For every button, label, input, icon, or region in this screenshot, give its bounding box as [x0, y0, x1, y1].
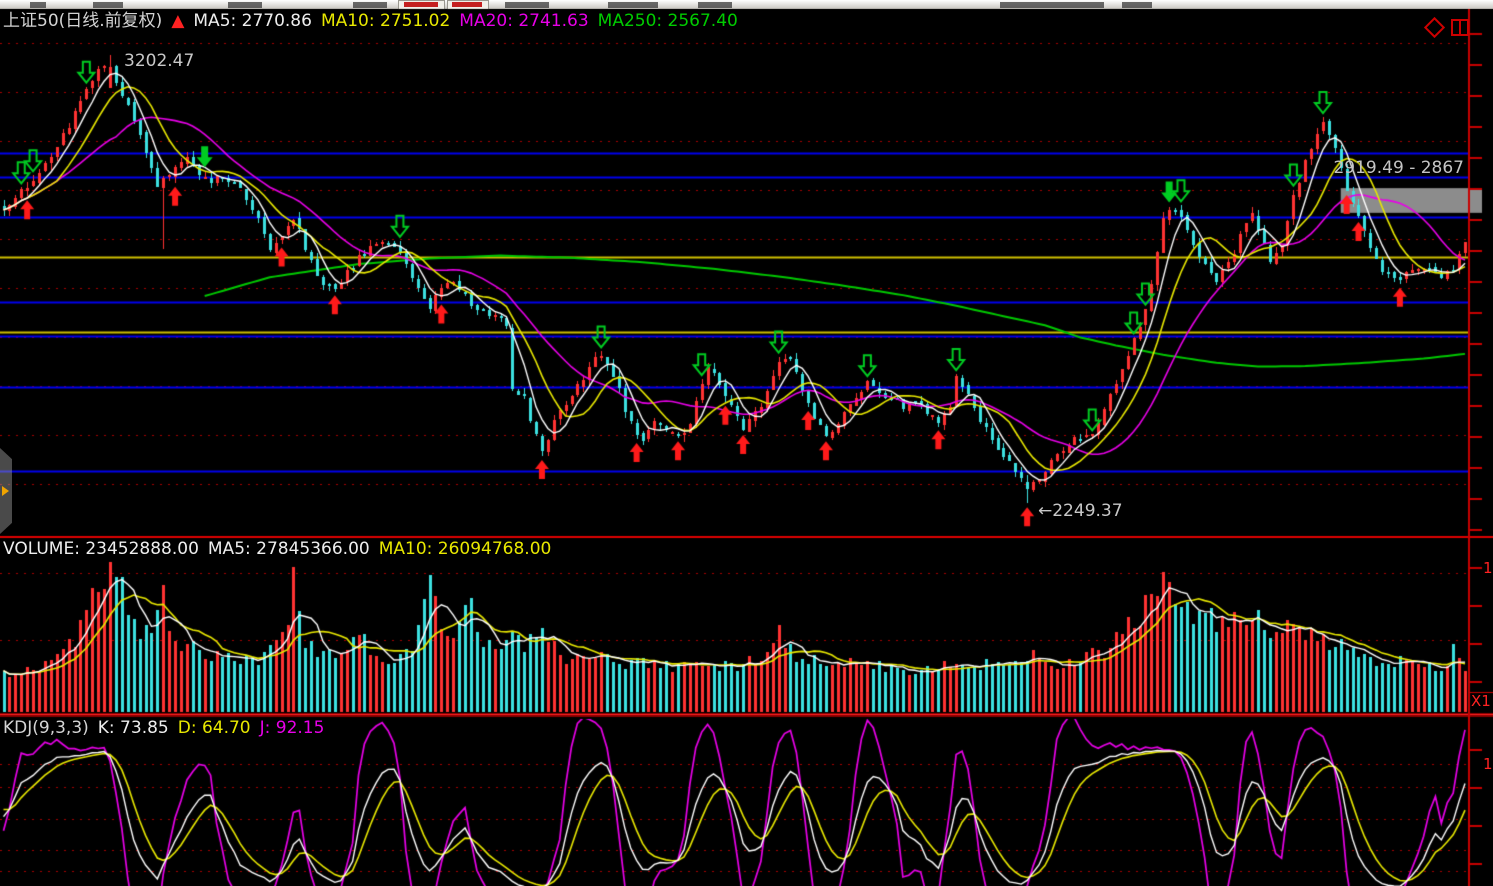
split-divider: [1459, 21, 1461, 34]
kdj-j-value: J: 92.15: [260, 718, 325, 738]
volume-value: VOLUME: 23452888.00: [3, 539, 199, 559]
trend-up-icon: ▲: [171, 11, 184, 31]
kdj-panel-header: KDJ(9,3,3) K: 73.85 D: 64.70 J: 92.15: [3, 720, 333, 737]
gap-range-label: 2919.49 - 2867: [1333, 160, 1464, 177]
kdj-d-value: D: 64.70: [178, 718, 251, 738]
ma10-value: MA10: 2751.02: [321, 11, 450, 31]
volume-axis-x1-label: X1: [1471, 694, 1491, 709]
kdj-k-value: K: 73.85: [98, 718, 169, 738]
kdj-axis-scale-label: 1: [1483, 757, 1493, 772]
ma5-value: MA5: 2770.86: [193, 11, 312, 31]
volume-ma5-value: MA5: 27845366.00: [208, 539, 370, 559]
ma250-value: MA250: 2567.40: [598, 11, 738, 31]
left-drawer-handle[interactable]: [0, 448, 12, 534]
instrument-title: 上证50(日线.前复权): [3, 11, 162, 31]
right-triangle-icon: [2, 486, 9, 496]
ma20-value: MA20: 2741.63: [459, 11, 588, 31]
main-chart-header: 上证50(日线.前复权) ▲ MA5: 2770.86 MA10: 2751.02 MA…: [3, 13, 747, 30]
kdj-name: KDJ(9,3,3): [3, 718, 89, 738]
volume-panel-header: VOLUME: 23452888.00 MA5: 27845366.00 MA10:…: [3, 541, 560, 558]
volume-axis-scale-label: 1: [1483, 561, 1493, 576]
trough-price-label: ←2249.37: [1038, 503, 1123, 520]
trading-app-window: 上证50(日线.前复权) ▲ MA5: 2770.86 MA10: 2751.02 MA…: [0, 0, 1493, 886]
peak-price-label: 3202.47: [124, 53, 194, 70]
kline-chart-canvas[interactable]: [0, 0, 1493, 886]
split-window-icon[interactable]: [1451, 19, 1469, 36]
volume-ma10-value: MA10: 26094768.00: [379, 539, 552, 559]
